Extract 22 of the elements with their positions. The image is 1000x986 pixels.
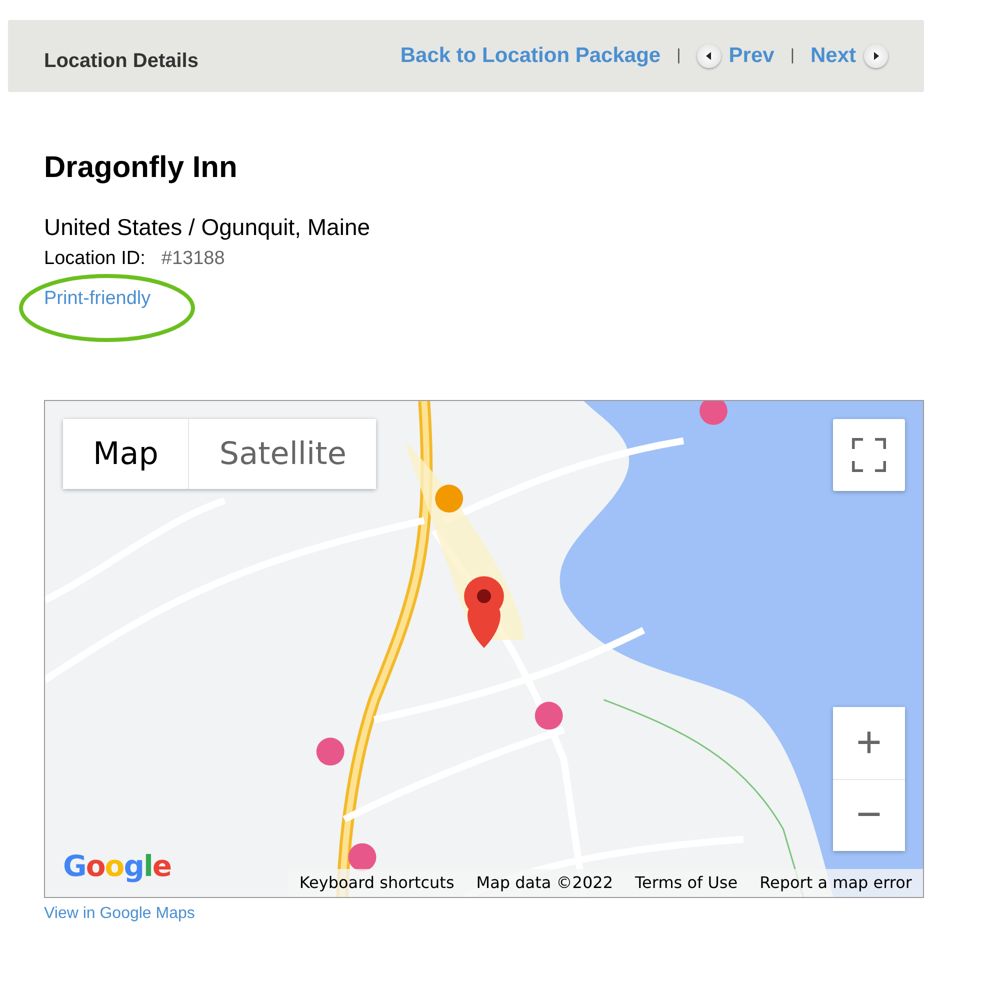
zoom-in-button[interactable]: + (833, 706, 905, 778)
map-type-tab[interactable]: Map (63, 418, 188, 489)
location-name: Dragonfly Inn (44, 150, 238, 186)
map-logo: Google (63, 848, 172, 885)
map-footer-link[interactable]: Keyboard shortcuts (288, 868, 466, 896)
fullscreen-icon[interactable] (833, 418, 905, 490)
map-footer-link[interactable]: Report a map error (748, 868, 923, 896)
map-footer-link[interactable]: Map data ©2022 (465, 868, 624, 896)
id-label: Location ID: (44, 248, 146, 268)
location-region: United States / Ogunquit, Maine (44, 213, 372, 242)
print-link[interactable]: Print-friendly (44, 288, 151, 309)
previous-icon[interactable] (696, 44, 721, 68)
view-map-link[interactable]: View in Google Maps (44, 902, 195, 926)
page-title: Location Details (44, 49, 198, 74)
map-type-tab[interactable]: Satellite (188, 418, 376, 489)
zoom-out-button[interactable]: − (833, 778, 905, 850)
separator: | (676, 46, 681, 66)
next-icon[interactable] (864, 44, 888, 68)
id-value: #13188 (161, 248, 225, 268)
map[interactable]: Map Satellite + − Google Keyboard shortcuts Map data ©2022 Terms of Use Report a map error (44, 400, 924, 898)
map-footer-link[interactable]: Terms of Use (624, 868, 749, 896)
separator: | (790, 46, 794, 66)
